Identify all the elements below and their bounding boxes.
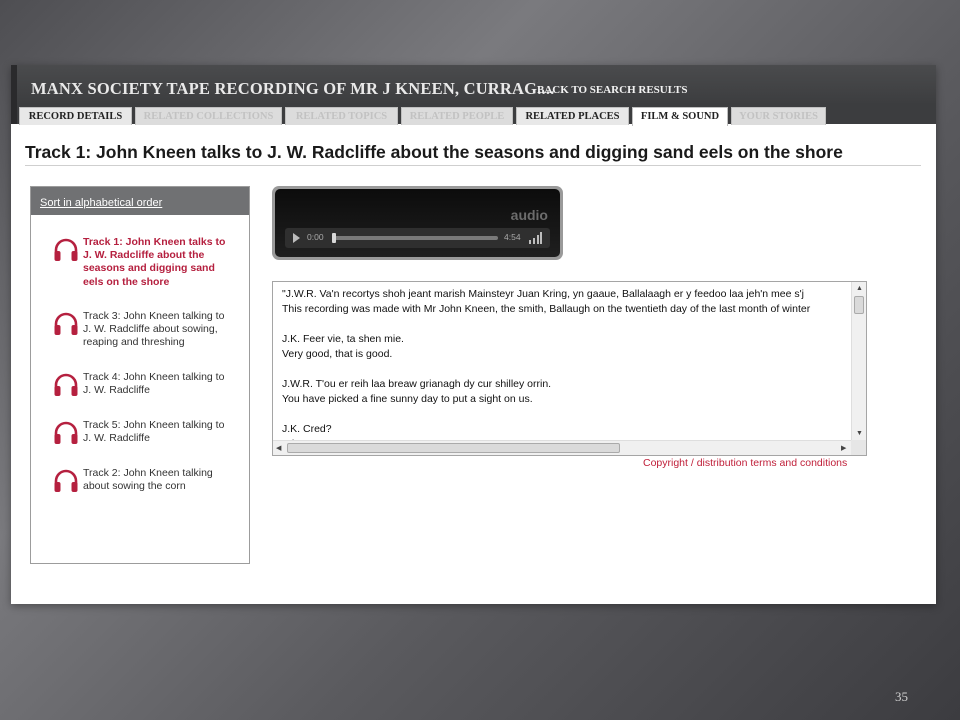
tab-related-people[interactable]: RELATED PEOPLE (401, 107, 513, 125)
transcript-text: "J.W.R. Va'n recortys shoh jeant marish … (273, 282, 852, 440)
sidebar-track-label-line: eels on the shore (83, 275, 170, 288)
scroll-left-icon[interactable]: ◀ (276, 445, 281, 452)
duration: 4:54 (504, 232, 521, 242)
sidebar-track-label: Track 3: John Kneen talking to J. W. Radc… (83, 310, 243, 350)
transcript-line: J.K. Cred? (282, 423, 332, 435)
back-to-search-results-link[interactable]: BACK TO SEARCH RESULTS (537, 84, 688, 96)
scroll-down-icon[interactable]: ▼ (856, 430, 863, 437)
sidebar-track-label-line: Track 2: John Kneen talking (83, 467, 213, 479)
sidebar-track-label-line: J. W. Radcliffe (83, 432, 150, 445)
slide-number: 35 (895, 689, 908, 704)
transcript-line: This recording was made with Mr John Kne… (282, 303, 811, 315)
volume-icon[interactable] (528, 232, 542, 244)
sidebar-track-label-line: J. W. Radcliffe (83, 384, 150, 397)
transcript-line: Very good, that is good. (282, 348, 393, 360)
sidebar-track-label-line: Track 5: John Kneen talking to (83, 419, 225, 431)
sidebar-track-label-line: Track 1: John Kneen talks to (83, 236, 226, 248)
tab-bar: RECORD DETAILS RELATED COLLECTIONS RELAT… (11, 103, 936, 126)
tab-film-and-sound[interactable]: FILM & SOUND (632, 107, 728, 126)
audio-player-body: audio 0:00 4:54 (275, 189, 560, 257)
sidebar-track-label: Track 5: John Kneen talking to J. W. Radc… (83, 419, 243, 445)
transcript-box[interactable]: "J.W.R. Va'n recortys shoh jeant marish … (272, 281, 867, 456)
track-list-sidebar: Sort in alphabetical order Track 1: John… (30, 186, 250, 564)
sidebar-track-label: Track 4: John Kneen talking to J. W. Radc… (83, 371, 243, 397)
sidebar-track-label-line: Track 3: John Kneen talking to (83, 310, 225, 322)
transcript-line: J.K. Feer vie, ta shen mie. (282, 333, 404, 345)
seek-bar[interactable] (332, 233, 498, 243)
sidebar-track-label: Track 1: John Kneen talks to J. W. Radcli… (83, 236, 243, 289)
sidebar-track-label: Track 2: John Kneen talking about sowing … (83, 467, 243, 493)
sidebar-track-label-line: J. W. Radcliffe about the (83, 249, 205, 262)
sidebar-track-label-line: seasons and digging sand (83, 262, 215, 275)
sidebar-header: Sort in alphabetical order (31, 187, 249, 215)
transcript-line (282, 407, 852, 422)
scroll-right-icon[interactable]: ▶ (841, 445, 846, 452)
sort-alphabetical-link[interactable]: Sort in alphabetical order (40, 197, 162, 209)
headphones-icon (54, 312, 78, 335)
browser-screenshot: MANX SOCIETY TAPE RECORDING OF MR J KNEE… (11, 65, 936, 604)
tab-your-stories[interactable]: YOUR STORIES (731, 107, 826, 125)
horizontal-scrollbar[interactable]: ◀ ▶ (273, 440, 852, 455)
tab-record-details[interactable]: RECORD DETAILS (19, 107, 132, 125)
player-controls: 0:00 4:54 (285, 228, 550, 248)
transcript-line: "J.W.R. Va'n recortys shoh jeant marish … (282, 288, 804, 300)
copyright-terms-link[interactable]: Copyright / distribution terms and condi… (643, 457, 847, 469)
track-heading: Track 1: John Kneen talks to J. W. Radcl… (25, 142, 843, 162)
headphones-icon (54, 373, 78, 396)
headphones-icon (54, 238, 78, 261)
play-icon[interactable] (293, 233, 300, 243)
transcript-line: You have picked a fine sunny day to put … (282, 393, 533, 405)
scrollbar-corner (851, 440, 866, 455)
audio-label: audio (510, 207, 548, 223)
transcript-line (282, 317, 852, 332)
sidebar-track-label-line: Track 4: John Kneen talking to (83, 371, 225, 383)
headphones-icon (54, 421, 78, 444)
sidebar-track-label-line: reaping and threshing (83, 336, 185, 349)
tab-related-places[interactable]: RELATED PLACES (516, 107, 629, 125)
audio-player: audio 0:00 4:54 (272, 186, 563, 260)
heading-divider (25, 165, 921, 166)
transcript-line (282, 362, 852, 377)
tab-related-collections[interactable]: RELATED COLLECTIONS (135, 107, 282, 125)
horizontal-scroll-thumb[interactable] (287, 443, 620, 453)
sidebar-track-label-line: about sowing the corn (83, 480, 186, 493)
scroll-up-icon[interactable]: ▲ (856, 285, 863, 292)
tab-related-topics[interactable]: RELATED TOPICS (285, 107, 398, 125)
sidebar-track-label-line: J. W. Radcliffe about sowing, (83, 323, 218, 336)
vertical-scrollbar[interactable]: ▲ ▼ (851, 282, 866, 440)
current-time: 0:00 (307, 232, 324, 242)
seek-handle[interactable] (332, 233, 336, 243)
record-title: MANX SOCIETY TAPE RECORDING OF MR J KNEE… (31, 79, 555, 98)
headphones-icon (54, 469, 78, 492)
transcript-line: J.W.R. T'ou er reih laa breaw grianagh d… (282, 378, 552, 390)
vertical-scroll-thumb[interactable] (854, 296, 864, 314)
